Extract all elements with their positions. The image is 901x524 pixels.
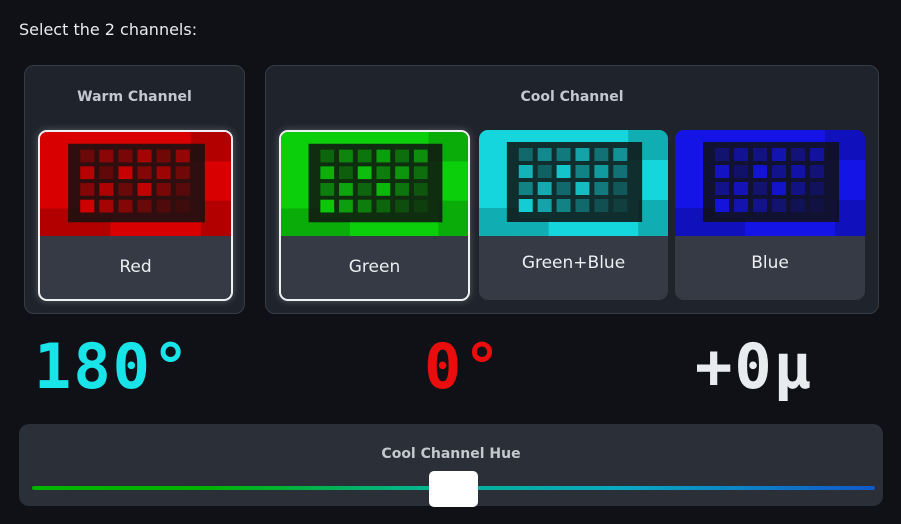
channel-option-label: Blue bbox=[751, 253, 789, 273]
red-channel-thumbnail bbox=[40, 132, 231, 236]
blue-channel-thumbnail bbox=[675, 130, 865, 236]
green-channel-thumbnail bbox=[281, 132, 468, 236]
prompt-text: Select the 2 channels: bbox=[19, 20, 198, 39]
hue-readout: 180° bbox=[34, 330, 192, 403]
cool-channel-title: Cool Channel bbox=[520, 89, 624, 105]
warm-channel-title: Warm Channel bbox=[77, 89, 192, 105]
green-blue-channel-thumbnail bbox=[479, 130, 668, 236]
warm-channel-panel: Warm Channel Red bbox=[24, 65, 245, 314]
shift-readout: +0µ bbox=[695, 330, 813, 403]
hue-slider-thumb[interactable] bbox=[429, 471, 478, 507]
channel-option-label: Red bbox=[119, 256, 152, 277]
hue-slider-panel: Cool Channel Hue bbox=[19, 424, 883, 507]
channel-option-green-blue[interactable]: Green+Blue bbox=[479, 130, 668, 300]
cool-channel-panel: Cool Channel Green Green+Blue Blue bbox=[265, 65, 879, 314]
channel-option-label: Green+Blue bbox=[521, 253, 626, 273]
channel-option-label: Green bbox=[348, 256, 401, 277]
offset-readout: 0° bbox=[424, 330, 503, 403]
channel-option-red[interactable]: Red bbox=[38, 130, 233, 301]
channel-option-green[interactable]: Green bbox=[279, 130, 470, 301]
channel-option-blue[interactable]: Blue bbox=[675, 130, 865, 300]
hue-slider-label: Cool Channel Hue bbox=[381, 446, 521, 462]
